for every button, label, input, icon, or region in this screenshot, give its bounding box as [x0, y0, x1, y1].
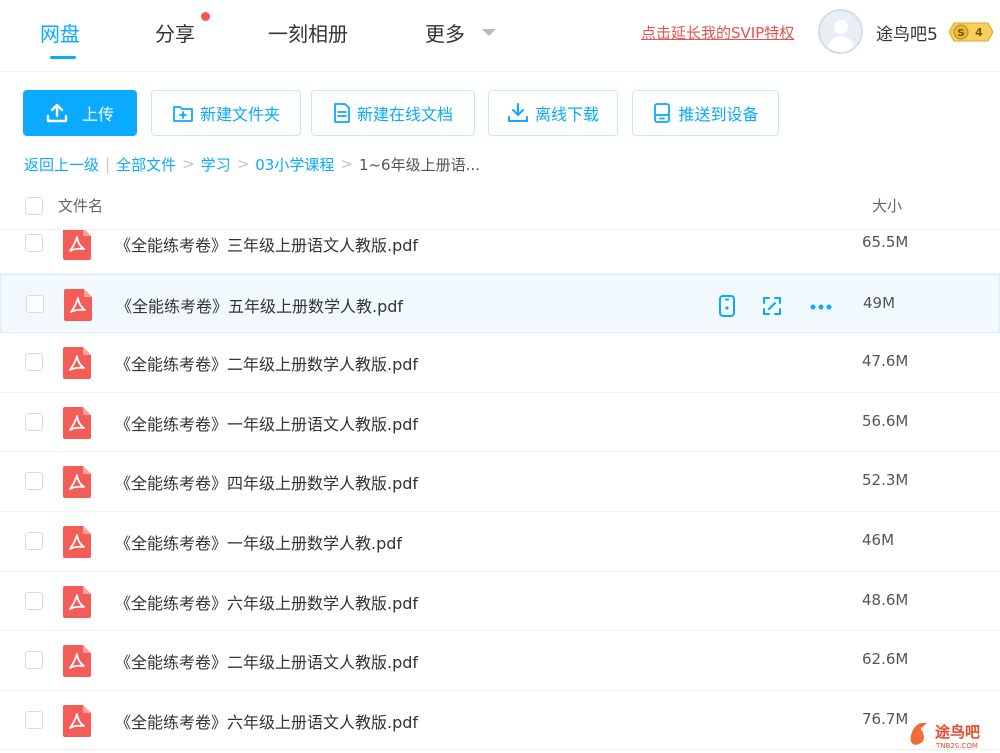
nav-active-indicator	[50, 56, 76, 59]
breadcrumb-separator: >	[340, 155, 353, 173]
new-online-doc-button[interactable]: 新建在线文档	[311, 90, 475, 136]
pdf-file-icon	[63, 526, 91, 558]
row-checkbox[interactable]	[25, 532, 43, 550]
file-size: 47.6M	[862, 352, 909, 371]
watermark-subtext: TNB2S.COM	[935, 742, 978, 750]
nav-tab-more[interactable]: 更多	[425, 18, 465, 47]
file-name[interactable]: 《全能练考卷》五年级上册数学人教.pdf	[116, 293, 403, 317]
file-row[interactable]: 《全能练考卷》四年级上册数学人教版.pdf 52.3M	[0, 452, 1000, 512]
file-name[interactable]: 《全能练考卷》一年级上册语文人教版.pdf	[115, 411, 418, 435]
file-row[interactable]: 《全能练考卷》二年级上册数学人教版.pdf 47.6M	[0, 333, 1000, 393]
file-row[interactable]: 《全能练考卷》六年级上册数学人教版.pdf 48.6M	[0, 572, 1000, 632]
pdf-file-icon	[64, 288, 92, 321]
chevron-down-icon[interactable]	[482, 29, 496, 36]
breadcrumb-item-study[interactable]: 学习	[201, 154, 231, 175]
pdf-file-icon	[63, 645, 91, 678]
upload-button[interactable]: 上传	[23, 90, 137, 136]
device-icon	[654, 103, 671, 123]
file-size: 46M	[862, 531, 895, 549]
site-watermark-logo: 途鸟吧 TNB2S.COM	[910, 722, 980, 750]
file-list: 《全能练考卷》三年级上册语文人教版.pdf 65.5M 《全能练考卷》五年级上册数学…	[0, 230, 1000, 753]
new-folder-label: 新建文件夹	[199, 105, 280, 124]
file-row[interactable]: 《全能练考卷》一年级上册语文人教版.pdf 56.6M	[0, 393, 1000, 453]
new-online-doc-label: 新建在线文档	[356, 105, 453, 124]
svip-level-number: 4	[975, 26, 983, 39]
phone-icon[interactable]	[717, 294, 737, 321]
file-size: 76.7M	[862, 709, 909, 728]
file-size: 49M	[863, 293, 896, 312]
file-list-header: 文件名 大小	[0, 190, 1000, 230]
share-link-icon[interactable]	[761, 295, 783, 321]
offline-download-button[interactable]: 离线下载	[488, 90, 618, 136]
breadcrumb-separator: >	[236, 155, 250, 173]
file-name[interactable]: 《全能练考卷》六年级上册语文人教版.pdf	[115, 709, 418, 733]
row-actions	[717, 294, 833, 321]
file-row[interactable]: 《全能练考卷》五年级上册数学人教.pdf 49M	[0, 273, 1000, 334]
row-checkbox[interactable]	[25, 412, 43, 431]
nav-tab-share[interactable]: 分享	[155, 18, 195, 47]
download-icon	[507, 103, 528, 122]
username[interactable]: 途鸟吧5	[876, 20, 938, 45]
push-to-device-label: 推送到设备	[678, 105, 759, 124]
new-folder-icon	[173, 106, 193, 122]
row-checkbox[interactable]	[25, 591, 43, 610]
document-icon	[334, 103, 350, 123]
file-size: 65.5M	[862, 233, 909, 251]
nav-tab-album[interactable]: 一刻相册	[268, 18, 348, 47]
row-checkbox[interactable]	[25, 353, 43, 372]
svip-extend-link[interactable]: 点击延长我的SVIP特权	[641, 22, 794, 43]
toolbar: 上传 新建文件夹 新建在线文档 离线下载 推送到设备	[0, 90, 1000, 136]
file-name[interactable]: 《全能练考卷》一年级上册数学人教.pdf	[115, 530, 402, 554]
column-header-size[interactable]: 大小	[872, 195, 902, 216]
breadcrumb-item-primary-course[interactable]: 03小学课程	[255, 154, 334, 175]
more-options-icon[interactable]	[809, 295, 833, 321]
file-name[interactable]: 《全能练考卷》二年级上册语文人教版.pdf	[115, 649, 418, 673]
breadcrumb: 返回上一级 | 全部文件 > 学习 > 03小学课程 > 1~6年级上册语...	[24, 153, 480, 175]
upload-icon	[46, 103, 68, 123]
column-header-name[interactable]: 文件名	[58, 195, 103, 216]
pdf-file-icon	[63, 347, 91, 380]
file-name[interactable]: 《全能练考卷》六年级上册数学人教版.pdf	[115, 590, 418, 614]
file-row[interactable]: 《全能练考卷》一年级上册数学人教.pdf 46M	[0, 512, 1000, 572]
breadcrumb-divider: |	[105, 155, 111, 173]
new-folder-button[interactable]: 新建文件夹	[151, 90, 301, 136]
select-all-checkbox[interactable]	[25, 197, 43, 215]
pdf-file-icon	[63, 704, 91, 737]
push-to-device-button[interactable]: 推送到设备	[632, 90, 779, 136]
breadcrumb-item-all-files[interactable]: 全部文件	[116, 154, 176, 175]
nav-tab-netdisk[interactable]: 网盘	[40, 18, 80, 47]
row-checkbox[interactable]	[25, 651, 43, 670]
breadcrumb-separator: >	[182, 155, 195, 173]
row-checkbox[interactable]	[26, 294, 44, 313]
file-size: 56.6M	[862, 411, 909, 430]
svg-text:S: S	[957, 28, 964, 39]
file-name[interactable]: 《全能练考卷》二年级上册数学人教版.pdf	[115, 351, 418, 375]
file-size: 62.6M	[862, 650, 909, 669]
pdf-file-icon	[63, 585, 91, 618]
offline-download-label: 离线下载	[534, 105, 599, 124]
svip-level-badge: S 4	[948, 22, 994, 42]
top-nav: 网盘 分享 一刻相册 更多 点击延长我的SVIP特权 途鸟吧5 S 4	[0, 0, 1000, 72]
file-row[interactable]: 《全能练考卷》二年级上册语文人教版.pdf 62.6M	[0, 631, 1000, 691]
watermark-text: 途鸟吧	[935, 723, 980, 741]
row-checkbox[interactable]	[25, 710, 43, 729]
file-row[interactable]: 《全能练考卷》三年级上册语文人教版.pdf 65.5M	[0, 230, 1000, 274]
file-size: 48.6M	[862, 590, 909, 609]
file-name[interactable]: 《全能练考卷》四年级上册数学人教版.pdf	[115, 470, 418, 494]
upload-label: 上传	[81, 105, 114, 124]
pdf-file-icon	[63, 466, 91, 499]
row-checkbox[interactable]	[25, 472, 43, 491]
row-checkbox[interactable]	[25, 234, 43, 252]
pdf-file-icon	[63, 230, 91, 260]
notification-dot	[201, 12, 210, 21]
file-size: 52.3M	[862, 471, 909, 490]
breadcrumb-current: 1~6年级上册语...	[358, 155, 480, 174]
pdf-file-icon	[63, 406, 91, 439]
breadcrumb-back-link[interactable]: 返回上一级	[24, 154, 99, 175]
file-row[interactable]: 《全能练考卷》六年级上册语文人教版.pdf 76.7M	[0, 691, 1000, 751]
avatar[interactable]	[818, 9, 863, 54]
file-name[interactable]: 《全能练考卷》三年级上册语文人教版.pdf	[115, 232, 418, 256]
